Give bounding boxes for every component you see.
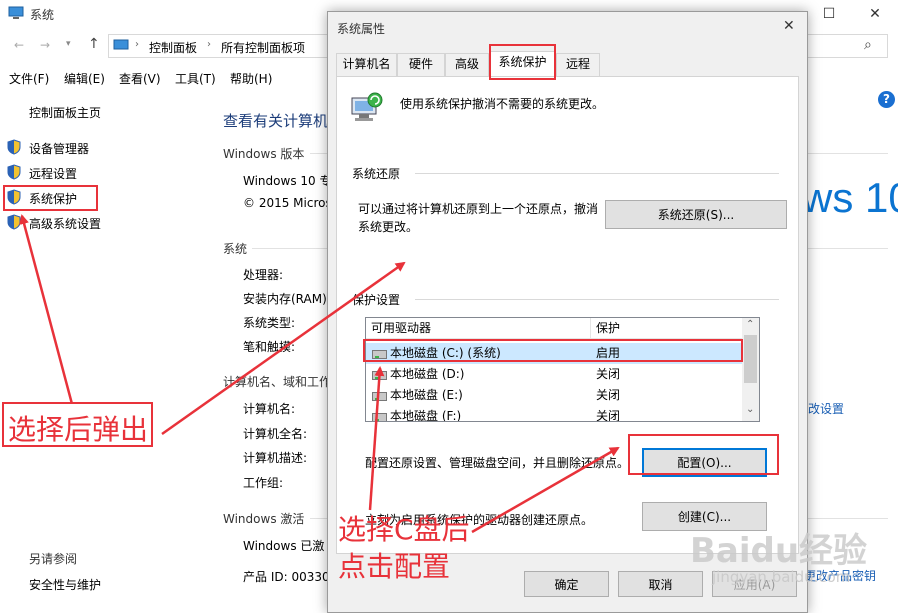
configure-description: 配置还原设置、管理磁盘空间，并且删除还原点。 xyxy=(365,456,630,470)
computer-name-label: 计算机名: xyxy=(243,402,296,416)
system-restore-button[interactable]: 系统还原(S)... xyxy=(605,200,787,229)
drive-row-d[interactable]: 本地磁盘 (D:) 关闭 xyxy=(366,364,743,385)
breadcrumb-separator-icon: › xyxy=(207,39,211,50)
annotation-popup-text: 选择后弹出 xyxy=(8,413,149,446)
highlight-box-tab xyxy=(489,44,556,80)
menu-view[interactable]: 查看(V) xyxy=(119,70,161,87)
menu-edit[interactable]: 编辑(E) xyxy=(64,70,105,87)
drive-row-f[interactable]: 本地磁盘 (F:) 关闭 xyxy=(366,406,743,422)
column-header-protection[interactable]: 保护 xyxy=(591,318,743,339)
menu-file[interactable]: 文件(F) xyxy=(9,70,49,87)
system-type-label: 系统类型: xyxy=(243,316,296,330)
drive-list[interactable]: 可用驱动器 保护 本地磁盘 (C:) (系统) 启用 本地磁盘 (D:) 关闭 … xyxy=(365,317,760,422)
system-protection-panel: 使用系统保护撤消不需要的系统更改。 系统还原 可以通过将计算机还原到上一个还原点… xyxy=(336,76,799,554)
drive-list-scrollbar[interactable]: ⌃ ⌄ xyxy=(742,318,759,421)
protection-group-title: 保护设置 xyxy=(352,293,401,307)
breadcrumb-control-panel[interactable]: 控制面板 xyxy=(149,39,197,56)
scroll-thumb[interactable] xyxy=(744,335,757,383)
processor-label: 处理器: xyxy=(243,268,284,282)
edition-name: Windows 10 专 xyxy=(243,174,332,188)
column-header-drives[interactable]: 可用驱动器 xyxy=(366,318,591,339)
back-icon[interactable]: ← xyxy=(14,38,24,52)
watermark-url: jingyan.baidu.com xyxy=(712,568,851,586)
product-id: 产品 ID: 00330 xyxy=(243,570,330,584)
annotation-select-line1: 选择C盘后 xyxy=(338,513,470,546)
annotation-box-popup: 选择后弹出 xyxy=(2,402,153,447)
ram-label: 安装内存(RAM): xyxy=(243,292,331,306)
breadcrumb-all-items[interactable]: 所有控制面板项 xyxy=(221,39,305,56)
watermark-brand: Baidu经验 xyxy=(690,531,868,571)
change-settings-link[interactable]: 改设置 xyxy=(808,400,844,417)
description-label: 计算机描述: xyxy=(243,451,308,465)
ok-button[interactable]: 确定 xyxy=(524,571,609,597)
shield-icon xyxy=(7,214,21,230)
restore-description-line1: 可以通过将计算机还原到上一个还原点，撤消 xyxy=(358,202,599,216)
full-name-label: 计算机全名: xyxy=(243,427,308,441)
maximize-icon[interactable]: ☐ xyxy=(819,4,839,24)
control-panel-icon xyxy=(113,39,129,50)
up-icon[interactable]: ↑ xyxy=(88,36,100,52)
drive-name: 本地磁盘 (D:) xyxy=(390,367,465,381)
restore-description-line2: 系统更改。 xyxy=(358,220,419,234)
copyright-text: © 2015 Micros xyxy=(243,196,332,210)
drive-status: 关闭 xyxy=(596,388,621,402)
divider xyxy=(415,173,779,174)
window-title: 系统 xyxy=(30,8,55,22)
restore-group-title: 系统还原 xyxy=(352,167,401,181)
see-also-security-link[interactable]: 安全性与维护 xyxy=(29,576,101,593)
drive-status: 关闭 xyxy=(596,367,621,381)
workgroup-label: 工作组: xyxy=(243,476,284,490)
edition-section-title: Windows 版本 xyxy=(223,147,305,161)
drive-icon xyxy=(372,392,387,401)
sidebar-item-advanced-settings[interactable]: 高级系统设置 xyxy=(29,215,101,232)
tab-advanced[interactable]: 高级 xyxy=(445,53,489,76)
dialog-title: 系统属性 xyxy=(337,22,386,36)
sidebar-item-device-manager[interactable]: 设备管理器 xyxy=(29,140,89,157)
shield-icon xyxy=(7,164,21,180)
divider xyxy=(415,299,779,300)
tab-hardware[interactable]: 硬件 xyxy=(397,53,445,76)
tab-computer-name[interactable]: 计算机名 xyxy=(336,53,397,76)
annotation-select-line2: 点击配置 xyxy=(338,550,451,583)
help-icon[interactable]: ? xyxy=(878,91,895,108)
dialog-close-icon[interactable]: ✕ xyxy=(783,18,795,34)
recent-chevron-icon[interactable]: ▾ xyxy=(66,39,71,49)
highlight-box-configure xyxy=(628,434,779,475)
windows-logo-text: ws 10 xyxy=(802,174,898,221)
intro-text: 使用系统保护撤消不需要的系统更改。 xyxy=(400,97,605,111)
scroll-down-icon[interactable]: ⌄ xyxy=(746,404,754,415)
computer-icon xyxy=(8,6,24,19)
shield-icon xyxy=(7,139,21,155)
page-title: 查看有关计算机 xyxy=(223,112,329,130)
cancel-button[interactable]: 取消 xyxy=(618,571,703,597)
sidebar-item-remote-settings[interactable]: 远程设置 xyxy=(29,165,77,182)
highlight-box-sidebar xyxy=(3,185,98,211)
tab-remote[interactable]: 远程 xyxy=(556,53,600,76)
drive-row-e[interactable]: 本地磁盘 (E:) 关闭 xyxy=(366,385,743,406)
forward-icon[interactable]: → xyxy=(40,38,50,52)
system-section-title: 系统 xyxy=(223,242,248,256)
highlight-box-drive xyxy=(363,339,743,362)
drive-status: 关闭 xyxy=(596,409,621,422)
drive-name: 本地磁盘 (F:) xyxy=(390,409,462,422)
search-icon[interactable]: ⌕ xyxy=(864,37,872,53)
system-protection-icon xyxy=(351,92,383,121)
see-also-title: 另请参阅 xyxy=(29,552,78,566)
close-icon[interactable]: ✕ xyxy=(865,4,885,24)
drive-name: 本地磁盘 (E:) xyxy=(390,388,463,402)
sidebar-home-link[interactable]: 控制面板主页 xyxy=(29,104,101,121)
activation-status: Windows 已激 xyxy=(243,539,325,553)
activation-section-title: Windows 激活 xyxy=(223,512,305,526)
pen-touch-label: 笔和触摸: xyxy=(243,340,296,354)
breadcrumb-separator-icon: › xyxy=(135,39,139,50)
scroll-up-icon[interactable]: ⌃ xyxy=(746,319,754,330)
menu-tools[interactable]: 工具(T) xyxy=(175,70,216,87)
drive-icon xyxy=(372,413,387,421)
computer-section-title: 计算机名、域和工作 xyxy=(223,375,332,389)
drive-icon xyxy=(372,371,387,380)
menu-help[interactable]: 帮助(H) xyxy=(230,70,272,87)
